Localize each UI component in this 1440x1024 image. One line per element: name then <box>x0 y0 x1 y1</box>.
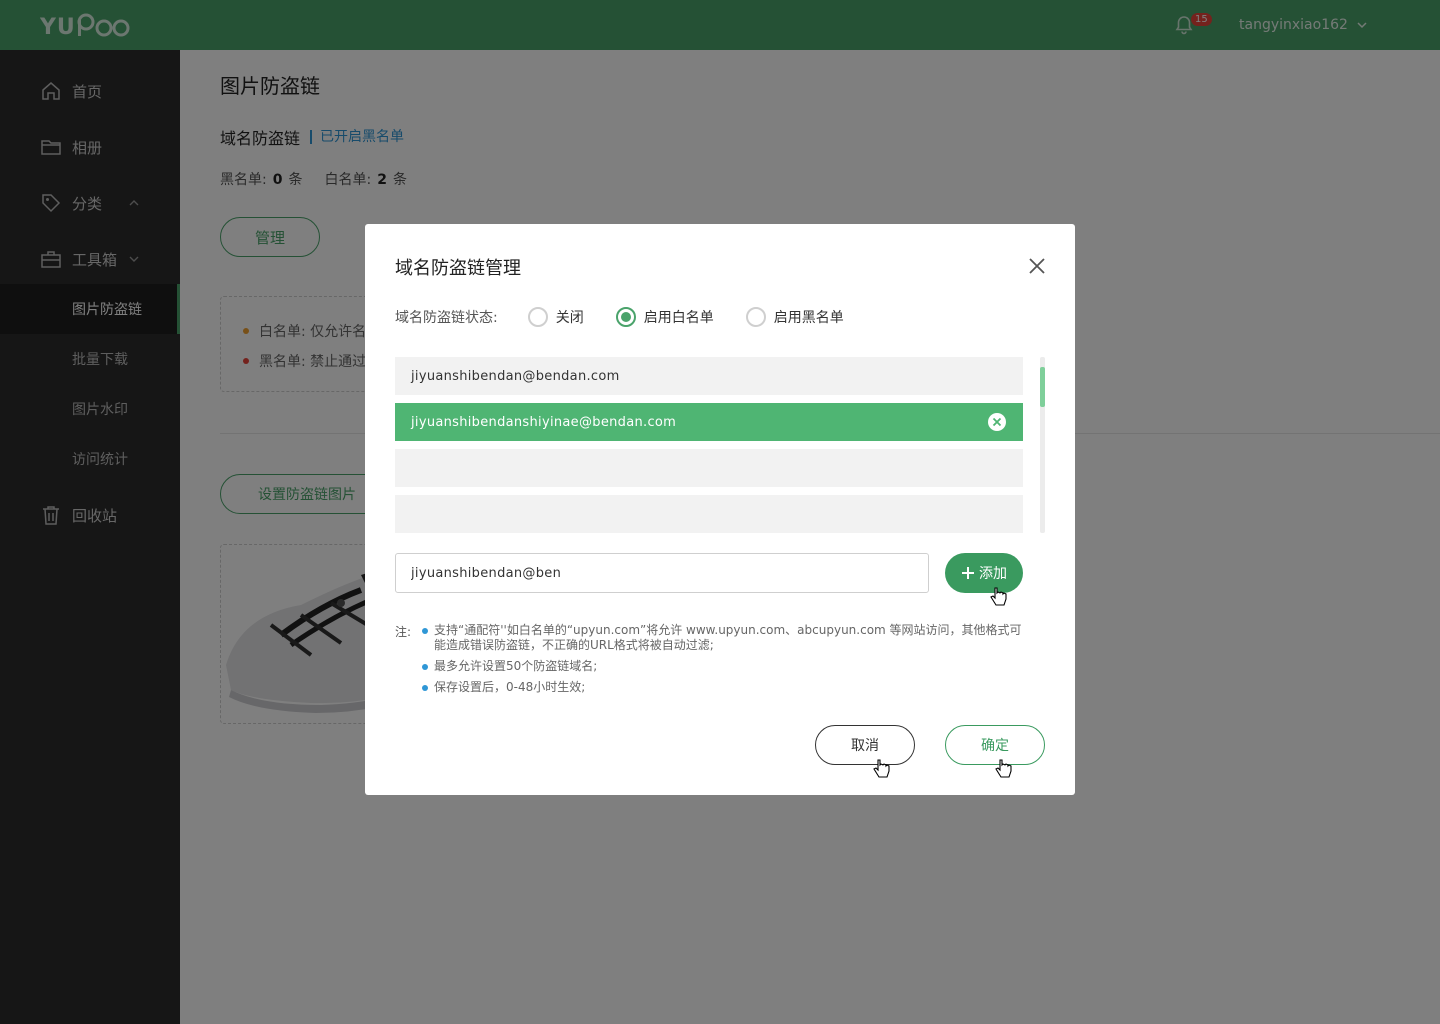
domain-list: jiyuanshibendan@bendan.com jiyuanshibend… <box>395 357 1023 537</box>
radio-circle <box>615 307 636 327</box>
note-item: 保存设置后，0-48小时生效; <box>422 680 1024 695</box>
scrollbar-thumb[interactable] <box>1040 367 1045 407</box>
hand-cursor-icon <box>873 759 890 778</box>
modal-title: 域名防盗链管理 <box>395 258 521 279</box>
hand-cursor-icon <box>995 759 1012 778</box>
radio-whitelist[interactable]: 启用白名单 <box>615 307 714 327</box>
domain-input[interactable] <box>395 553 929 593</box>
list-item[interactable] <box>395 495 1023 533</box>
domain-hotlink-modal: 域名防盗链管理 域名防盗链状态: 关闭 启用白名单 启用黑名单 jiyuansh… <box>365 224 1075 795</box>
domain-text: jiyuanshibendanshiyinae@bendan.com <box>411 414 677 430</box>
radio-label: 关闭 <box>555 310 584 326</box>
status-radio-group: 域名防盗链状态: 关闭 启用白名单 启用黑名单 <box>395 306 844 328</box>
radio-circle <box>527 307 548 327</box>
radio-blacklist[interactable]: 启用黑名单 <box>745 307 844 327</box>
status-label: 域名防盗链状态: <box>395 310 498 326</box>
hand-cursor-icon <box>990 587 1007 606</box>
plus-icon <box>962 567 974 579</box>
list-item[interactable] <box>395 449 1023 487</box>
close-icon[interactable] <box>1027 256 1047 276</box>
radio-off[interactable]: 关闭 <box>527 307 584 327</box>
radio-label: 启用白名单 <box>643 310 714 326</box>
radio-circle <box>745 307 766 327</box>
radio-label: 启用黑名单 <box>773 310 844 326</box>
note-label: 注: <box>395 625 412 639</box>
remove-circle-icon[interactable] <box>988 413 1006 431</box>
list-item-selected[interactable]: jiyuanshibendanshiyinae@bendan.com <box>395 403 1023 441</box>
note-item: 支持“通配符''如白名单的“upyun.com”将允许 www.upyun.co… <box>422 623 1024 653</box>
cancel-button[interactable]: 取消 <box>815 725 915 765</box>
list-item[interactable]: jiyuanshibendan@bendan.com <box>395 357 1023 395</box>
add-button[interactable]: 添加 <box>945 553 1023 593</box>
add-button-label: 添加 <box>979 566 1007 582</box>
note-item: 最多允许设置50个防盗链域名; <box>422 659 1024 674</box>
